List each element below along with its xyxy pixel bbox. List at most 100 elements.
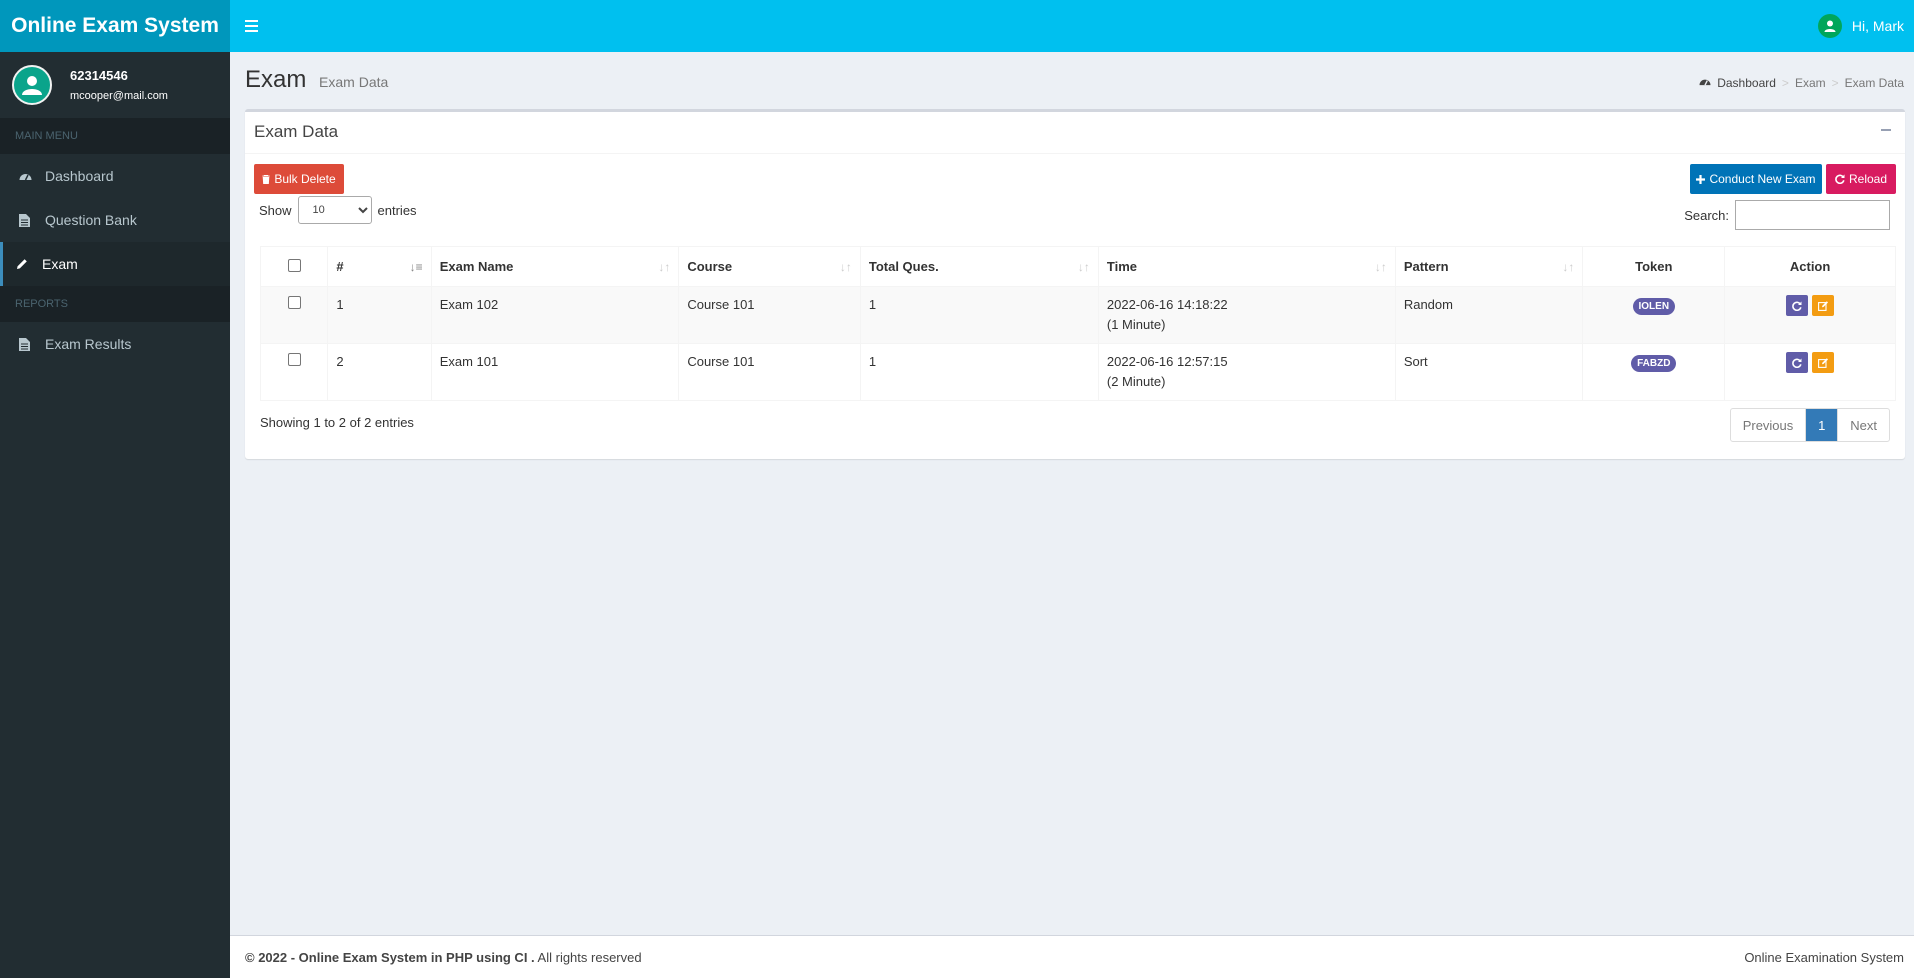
cell-number: 2 [327, 343, 432, 401]
bulk-delete-button[interactable]: Bulk Delete [254, 164, 344, 194]
sidebar-item-exam[interactable]: Exam [0, 242, 230, 286]
footer: © 2022 - Online Exam System in PHP using… [230, 935, 1914, 978]
file-icon [19, 337, 45, 351]
column-course[interactable]: Course ↓↑ [678, 246, 861, 287]
sort-icon: ↓↑ [1077, 260, 1090, 274]
column-exam-name[interactable]: Exam Name ↓↑ [430, 246, 680, 287]
collapse-icon[interactable] [1881, 129, 1891, 131]
select-all-checkbox[interactable] [287, 258, 301, 272]
sort-icon: ↓↑ [1562, 260, 1575, 274]
user-id: 62314546 [70, 68, 128, 83]
cell-total: 1 [859, 286, 1099, 344]
cell-course: Course 101 [678, 343, 861, 401]
sidebar: 62314546 mcooper@mail.com MAIN MENU Dash… [0, 52, 230, 978]
entries-label: entries [377, 202, 417, 218]
length-control: Show 10 entries [259, 196, 417, 224]
footer-copyright: © 2022 - Online Exam System in PHP using… [245, 950, 642, 965]
sidebar-item-exam-results[interactable]: Exam Results [0, 322, 230, 366]
reload-button[interactable]: Reload [1826, 164, 1896, 194]
column-time[interactable]: Time ↓↑ [1097, 246, 1396, 287]
select-all-header [259, 246, 329, 287]
table-row: 1 Exam 102 Course 101 1 2022-06-16 14:18… [259, 286, 1896, 344]
conduct-new-exam-button[interactable]: Conduct New Exam [1690, 164, 1822, 194]
cell-time: 2022-06-16 12:57:15 (2 Minute) [1097, 343, 1396, 401]
breadcrumb-exam[interactable]: Exam [1795, 76, 1826, 90]
row-checkbox[interactable] [287, 296, 301, 309]
page-1-button[interactable]: 1 [1806, 409, 1839, 441]
refresh-token-button[interactable] [1786, 295, 1809, 316]
search-label: Search: [1684, 207, 1729, 223]
column-pattern[interactable]: Pattern ↓↑ [1394, 246, 1584, 287]
column-total-ques[interactable]: Total Ques. ↓↑ [859, 246, 1099, 287]
user-menu[interactable]: Hi, Mark [1817, 0, 1904, 52]
breadcrumb-separator: > [1831, 76, 1839, 90]
dashboard-icon [19, 170, 45, 182]
refresh-icon [1835, 174, 1845, 184]
content-wrapper: Exam Exam Data Dashboard > Exam > Exam D… [230, 52, 1914, 935]
edit-button[interactable] [1812, 295, 1835, 316]
sort-icon: ↓↑ [839, 260, 852, 274]
breadcrumb-dashboard[interactable]: Dashboard [1717, 76, 1776, 90]
menu-header-reports: REPORTS [0, 286, 230, 322]
breadcrumb: Dashboard > Exam > Exam Data [1699, 76, 1904, 90]
sort-icon: ↓↑ [658, 260, 671, 274]
previous-button[interactable]: Previous [1731, 409, 1807, 441]
show-label: Show [259, 202, 292, 218]
pencil-icon [16, 258, 42, 270]
sidebar-item-question-bank[interactable]: Question Bank [0, 198, 230, 242]
sidebar-item-label: Dashboard [45, 168, 114, 184]
sidebar-item-label: Question Bank [45, 212, 137, 228]
pagination: Previous 1 Next [1729, 408, 1890, 442]
cell-time: 2022-06-16 14:18:22 (1 Minute) [1097, 286, 1396, 344]
footer-app-name: Online Examination System [1744, 950, 1904, 965]
column-action: Action [1724, 246, 1896, 287]
column-token: Token [1582, 246, 1726, 287]
cell-duration: (2 Minute) [1106, 374, 1166, 389]
search-input[interactable] [1735, 200, 1890, 230]
top-navbar: Hi, Mark [230, 0, 1914, 52]
user-avatar-icon [1817, 14, 1842, 38]
sidebar-item-label: Exam [42, 256, 78, 272]
avatar [12, 65, 52, 105]
edit-icon [1817, 357, 1828, 368]
refresh-token-button[interactable] [1786, 352, 1809, 373]
cell-total: 1 [859, 343, 1099, 401]
breadcrumb-separator: > [1781, 76, 1789, 90]
sidebar-item-dashboard[interactable]: Dashboard [0, 154, 230, 198]
trash-icon [262, 174, 271, 184]
edit-button[interactable] [1812, 352, 1835, 373]
sidebar-toggle-icon[interactable] [245, 16, 267, 36]
plus-icon [1696, 174, 1706, 184]
sort-icon: ↓↑ [1374, 260, 1387, 274]
page-title: Exam Exam Data [245, 66, 389, 93]
refresh-icon [1792, 358, 1802, 368]
user-greeting: Hi, Mark [1851, 18, 1904, 34]
page-subtitle: Exam Data [319, 74, 389, 90]
cell-number: 1 [327, 286, 432, 344]
column-number[interactable]: # ↓≡ [327, 246, 432, 287]
cell-duration: (1 Minute) [1106, 317, 1166, 332]
user-email: mcooper@mail.com [70, 90, 168, 102]
breadcrumb-current: Exam Data [1844, 76, 1904, 90]
token-badge: FABZD [1631, 355, 1677, 372]
table-row: 2 Exam 101 Course 101 1 2022-06-16 12:57… [259, 343, 1896, 401]
dashboard-icon [1699, 76, 1711, 90]
box-header: Exam Data [245, 112, 1905, 154]
box-title: Exam Data [254, 122, 339, 141]
entries-select[interactable]: 10 [297, 196, 372, 224]
row-checkbox[interactable] [287, 353, 301, 366]
app-logo[interactable]: Online Exam System [0, 0, 230, 52]
user-panel: 62314546 mcooper@mail.com [0, 52, 230, 118]
cell-exam-name: Exam 102 [430, 286, 680, 344]
search-control: Search: [1684, 200, 1890, 230]
content-header: Exam Exam Data Dashboard > Exam > Exam D… [230, 52, 1914, 110]
next-button[interactable]: Next [1838, 409, 1889, 441]
table-info: Showing 1 to 2 of 2 entries [260, 415, 414, 430]
exam-data-box: Exam Data Bulk Delete Conduct New Exam R… [245, 109, 1905, 459]
token-badge: IOLEN [1632, 298, 1676, 315]
cell-pattern: Sort [1394, 343, 1584, 401]
cell-course: Course 101 [678, 286, 861, 344]
sort-desc-icon: ↓≡ [409, 260, 423, 274]
cell-exam-name: Exam 101 [430, 343, 680, 401]
cell-pattern: Random [1394, 286, 1584, 344]
